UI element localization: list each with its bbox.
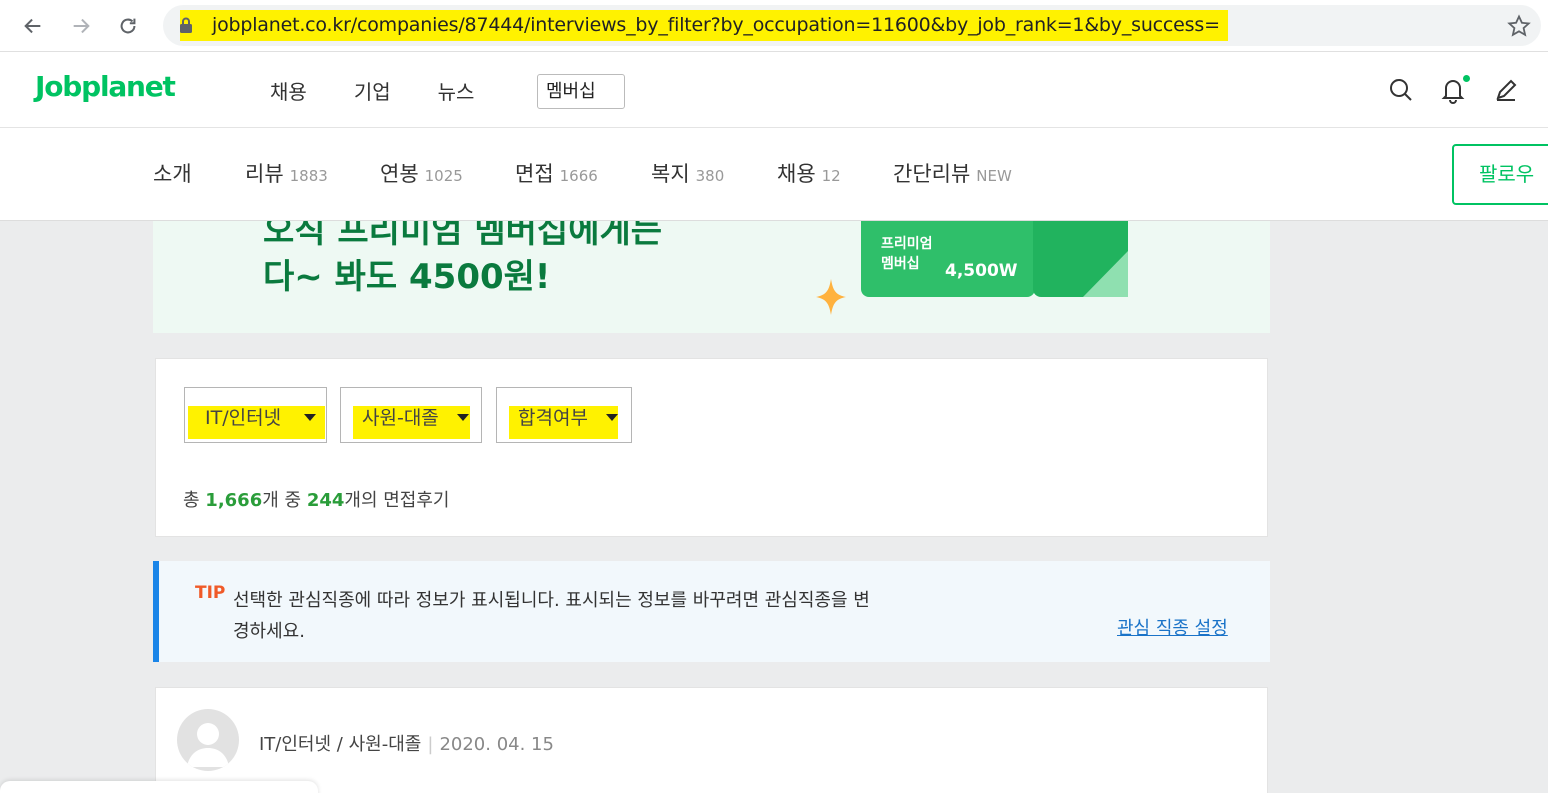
notification-dot (1461, 73, 1472, 84)
tab-label: 소개 (153, 162, 192, 186)
avatar (177, 709, 239, 771)
occupation-select[interactable]: IT/인터넷 (184, 387, 327, 443)
tab-benefits[interactable]: 복지 380 (651, 158, 724, 188)
caret-down-icon (304, 414, 316, 421)
arrow-left-icon (24, 18, 41, 34)
banner-headline-2: 다~ 봐도 4500원! (263, 257, 551, 297)
nav-recruit[interactable]: 채용 (270, 76, 307, 105)
ticket-price: 4,500W (945, 261, 1018, 281)
review-meta: IT/인터넷 / 사원-대졸 | 2020. 04. 15 (259, 730, 554, 756)
tab-reviews[interactable]: 리뷰 1883 (245, 158, 328, 188)
tab-intro[interactable]: 소개 (153, 158, 192, 188)
count-suffix: 개의 면접후기 (344, 490, 450, 511)
success-value: 합격여부 (518, 407, 588, 429)
jobplanet-logo[interactable]: Jobplanet (35, 70, 176, 103)
tab-short-reviews[interactable]: 간단리뷰 NEW (893, 158, 1012, 188)
follow-button[interactable]: 팔로우 (1452, 144, 1548, 205)
company-tabs: 소개 리뷰 1883 연봉 1025 면접 1666 복지 380 채용 12 간단리뷰 N… (0, 128, 1548, 221)
tip-text: 선택한 관심직종에 따라 정보가 표시됩니다. 표시되는 정보를 바꾸려면 관심… (233, 590, 870, 642)
browser-toolbar: jobplanet.co.kr/companies/87444/intervie… (0, 0, 1548, 52)
site-header: Jobplanet 채용 기업 뉴스 멤버십 (0, 52, 1548, 128)
count-middle: 개 중 (262, 490, 307, 511)
result-count: 총 1,666개 중 244개의 면접후기 (183, 486, 449, 512)
interest-occupation-settings-link[interactable]: 관심 직종 설정 (1117, 614, 1228, 640)
membership-promo-banner[interactable]: 오직 프리미엄 멤버십에게는 다~ 봐도 4500원! 프리미엄멤버십 4,50… (153, 221, 1270, 333)
review-occupation: IT/인터넷 (259, 734, 332, 755)
tip-box: TIP 선택한 관심직종에 따라 정보가 표시됩니다. 표시되는 정보를 바꾸려… (153, 561, 1270, 662)
tab-new-badge: NEW (976, 167, 1012, 185)
address-bar[interactable]: jobplanet.co.kr/companies/87444/intervie… (163, 5, 1541, 46)
reload-icon (120, 18, 136, 34)
sparkle-icon (816, 279, 846, 315)
pencil-icon[interactable] (1492, 76, 1520, 104)
interview-filter-card: IT/인터넷 사원-대졸 합격여부 총 1,666개 중 244개의 면접후기 (155, 358, 1268, 537)
reload-button[interactable] (112, 10, 144, 42)
success-select[interactable]: 합격여부 (496, 387, 632, 443)
forward-button[interactable] (65, 10, 97, 42)
job-rank-value: 사원-대졸 (362, 407, 439, 429)
occupation-value: IT/인터넷 (205, 407, 282, 429)
user-silhouette-icon (187, 723, 229, 767)
interview-review-card: IT/인터넷 / 사원-대졸 | 2020. 04. 15 (155, 687, 1268, 793)
filtered-count: 244 (306, 490, 345, 511)
tab-count: 1025 (424, 167, 463, 185)
tab-jobs[interactable]: 채용 12 (777, 158, 841, 188)
tab-interview[interactable]: 면접 1666 (515, 158, 598, 188)
tab-label: 리뷰 (245, 162, 284, 186)
total-count: 1,666 (205, 490, 263, 511)
arrow-right-icon (73, 18, 90, 34)
url-text[interactable]: jobplanet.co.kr/companies/87444/intervie… (180, 10, 1228, 41)
caret-down-icon (457, 414, 469, 421)
review-date: 2020. 04. 15 (439, 734, 554, 755)
count-prefix: 총 (183, 490, 206, 511)
lock-icon (180, 17, 192, 33)
review-job-rank: 사원-대졸 (348, 734, 422, 755)
meta-slash: / (336, 734, 343, 755)
tab-count: 1666 (559, 167, 598, 185)
job-rank-select[interactable]: 사원-대졸 (340, 387, 482, 443)
nav-news[interactable]: 뉴스 (438, 76, 475, 105)
tab-label: 간단리뷰 (893, 162, 971, 186)
ticket-title-line-1: 프리미엄 (881, 236, 933, 252)
tab-label: 채용 (777, 162, 816, 186)
meta-separator: | (427, 734, 434, 755)
ticket-title-line-2: 멤버십 (881, 256, 920, 272)
tab-label: 면접 (515, 162, 554, 186)
tip-label: TIP (195, 583, 226, 603)
tab-label: 복지 (651, 162, 690, 186)
tab-label: 연봉 (380, 162, 419, 186)
caret-down-icon (606, 414, 618, 421)
global-nav: 채용 기업 뉴스 (270, 76, 521, 105)
tab-salary[interactable]: 연봉 1025 (380, 158, 463, 188)
banner-headline-1: 오직 프리미엄 멤버십에게는 (263, 221, 663, 251)
nav-company[interactable]: 기업 (354, 76, 391, 105)
tab-count: 1883 (289, 167, 328, 185)
bookmark-star-icon[interactable] (1507, 14, 1531, 38)
back-button[interactable] (17, 10, 49, 42)
tab-count: 380 (695, 167, 725, 185)
floating-panel (0, 781, 318, 793)
search-icon[interactable] (1387, 76, 1415, 104)
tab-count: 12 (821, 167, 841, 185)
membership-button[interactable]: 멤버십 (537, 74, 625, 109)
ticket-title: 프리미엄멤버십 (881, 233, 933, 273)
